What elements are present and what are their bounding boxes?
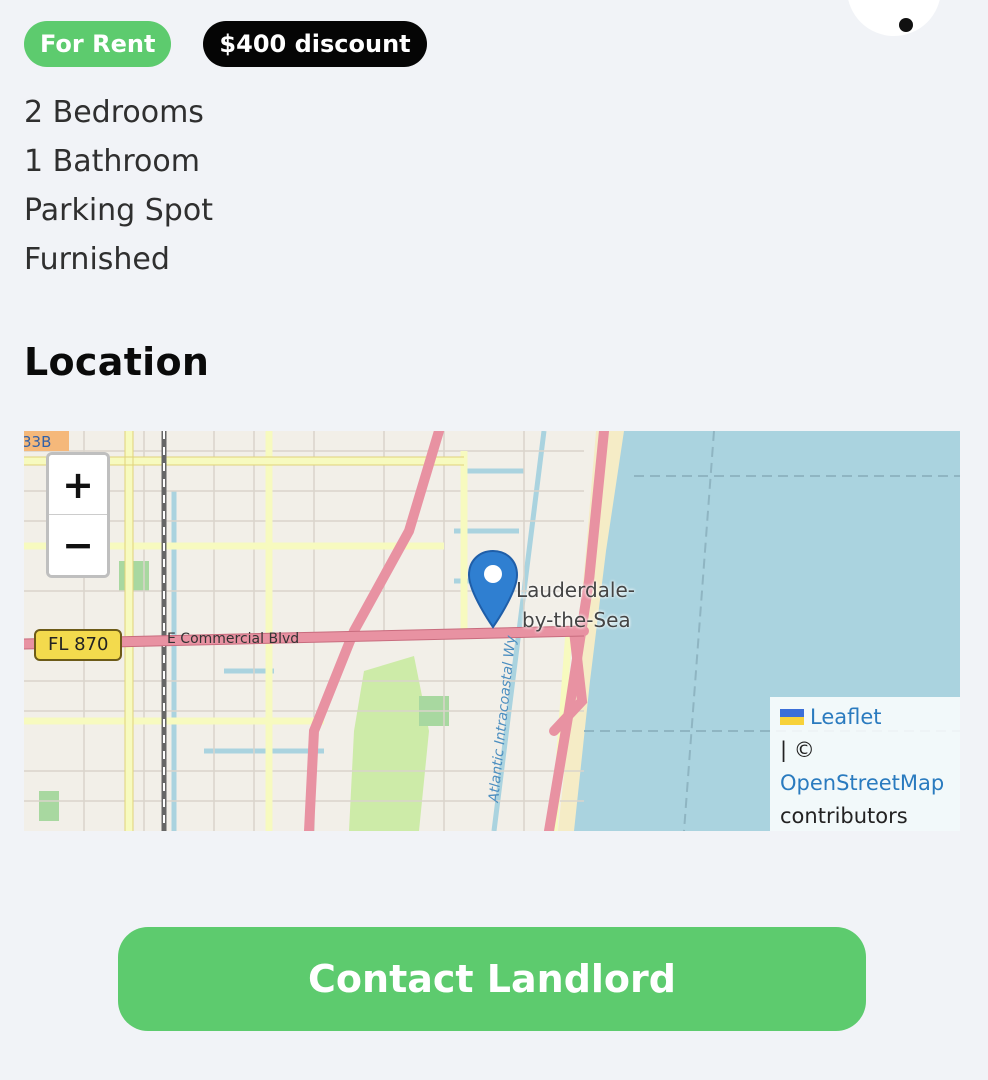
- feature-bathrooms: 1 Bathroom: [24, 144, 200, 179]
- map-attribution: Leaflet | © OpenStreetMap contributors: [770, 697, 960, 831]
- zoom-out-button[interactable]: −: [49, 515, 107, 575]
- discount-badge: $400 discount: [203, 21, 427, 67]
- for-rent-badge: For Rent: [24, 21, 172, 67]
- contact-landlord-button[interactable]: Contact Landlord: [118, 927, 866, 1031]
- street-label: E Commercial Blvd: [167, 631, 300, 647]
- badge-row: For Rent $400 discount: [24, 21, 427, 67]
- location-map[interactable]: 33B FL 870 E Commercial Blvd Lauderdale-…: [24, 431, 960, 831]
- place-label: Lauderdale- by-the-Sea: [516, 575, 635, 635]
- attribution-contributors: contributors: [780, 804, 908, 828]
- leaflet-link[interactable]: Leaflet: [810, 705, 882, 729]
- feature-furnished: Furnished: [24, 242, 170, 277]
- attribution-separator: | ©: [780, 738, 815, 762]
- zoom-in-button[interactable]: +: [49, 455, 107, 515]
- avatar-dot: [899, 18, 913, 32]
- place-label-line1: Lauderdale-: [516, 578, 635, 602]
- openstreetmap-link[interactable]: OpenStreetMap: [780, 771, 944, 795]
- feature-parking: Parking Spot: [24, 193, 213, 228]
- corner-label: 33B: [24, 433, 52, 451]
- avatar[interactable]: [847, 0, 941, 36]
- feature-list: 2 Bedrooms 1 Bathroom Parking Spot Furni…: [24, 88, 213, 284]
- highway-shield: FL 870: [34, 629, 123, 661]
- location-marker-icon[interactable]: [467, 549, 519, 629]
- location-heading: Location: [24, 340, 210, 384]
- zoom-control: + −: [46, 452, 110, 578]
- ukraine-flag-icon: [780, 709, 804, 725]
- feature-bedrooms: 2 Bedrooms: [24, 95, 204, 130]
- place-label-line2: by-the-Sea: [522, 608, 631, 632]
